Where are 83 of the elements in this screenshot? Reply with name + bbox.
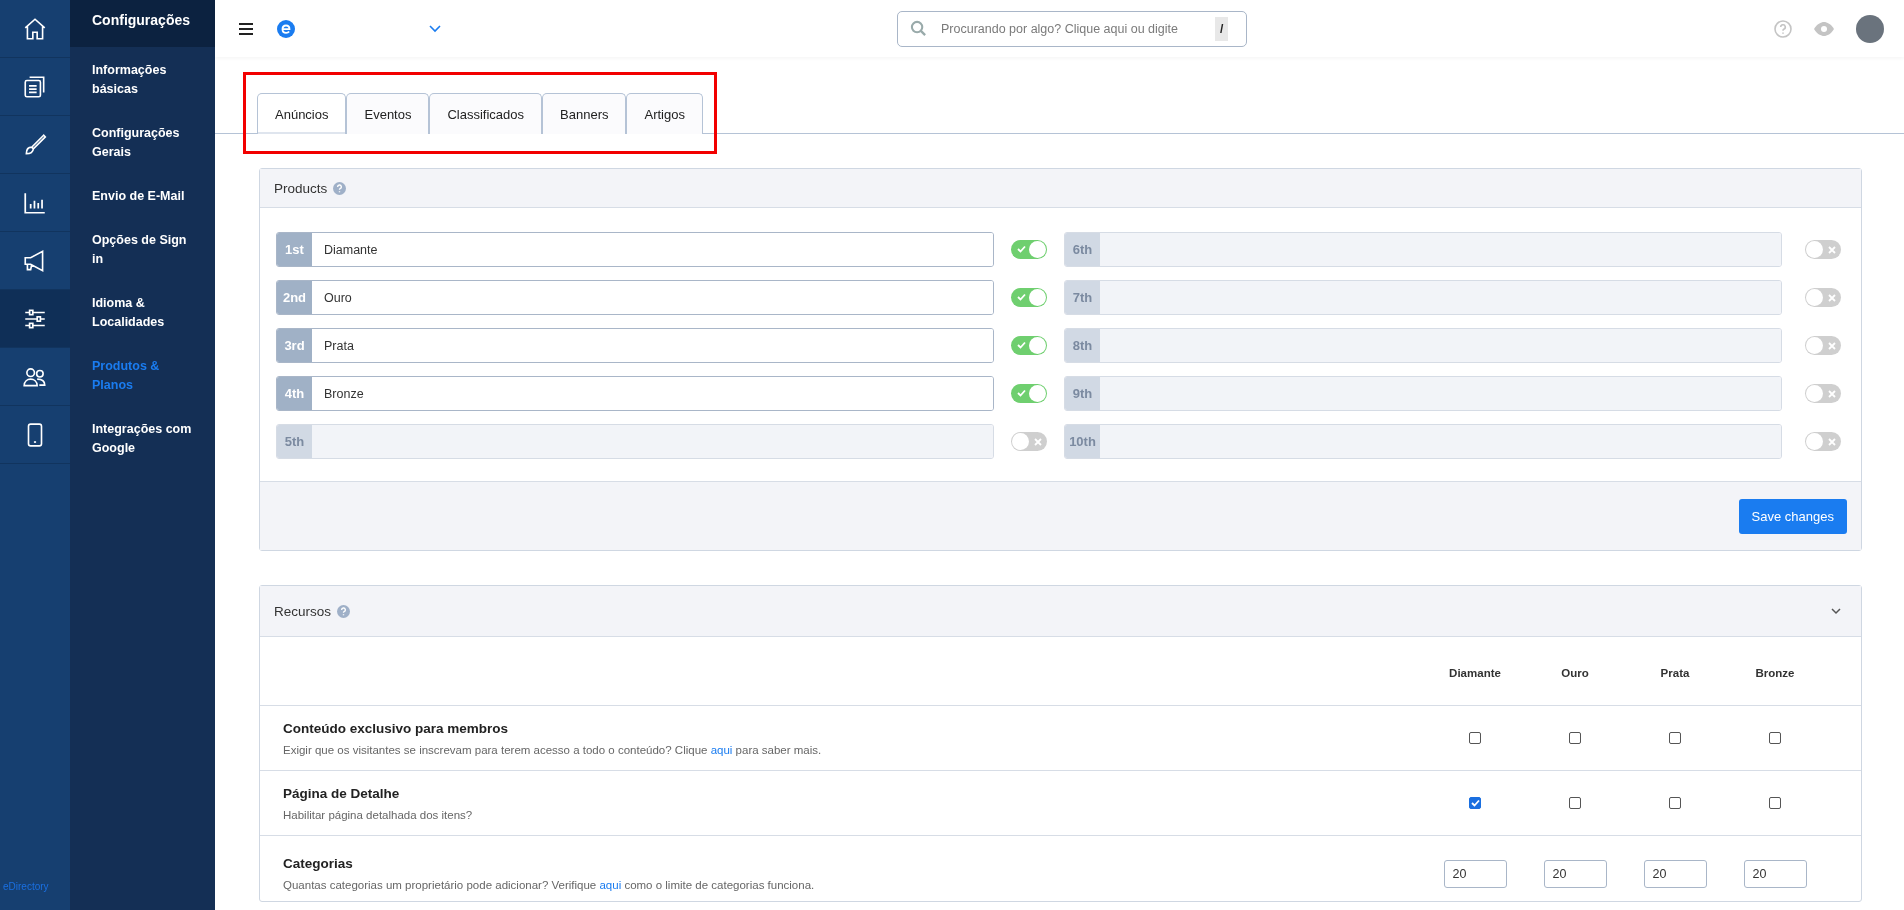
feature-title: Categorias: [283, 856, 354, 871]
panel-title: Recursos: [274, 603, 332, 619]
rank-label: 4th: [277, 377, 312, 410]
toggle-switch[interactable]: [1805, 240, 1841, 259]
number-field[interactable]: 20: [1543, 859, 1607, 888]
close-icon: [1828, 293, 1836, 302]
toggle-switch[interactable]: [1805, 288, 1841, 307]
rail-button[interactable]: [0, 290, 70, 348]
rank-label: 10th: [1065, 425, 1100, 458]
feature-title: Conteúdo exclusivo para membros: [283, 720, 510, 736]
check-icon: [1017, 245, 1026, 253]
link[interactable]: aqui: [710, 743, 733, 756]
rank-label: 6th: [1065, 233, 1100, 266]
rank-label: 1st: [277, 233, 312, 266]
tab[interactable]: Artigos: [626, 93, 703, 134]
column-header: Prata: [1659, 667, 1691, 679]
check-icon: [1017, 293, 1026, 301]
feature-description: Exigir que os visitantes se inscrevam para terem acesso a todo o conteúdo? Clique aqui para saber mais.: [283, 743, 823, 756]
checkbox[interactable]: [1569, 732, 1581, 744]
close-icon: [1828, 245, 1836, 254]
rank-label: 8th: [1065, 329, 1100, 362]
feature-title: Página de Detalhe: [283, 785, 401, 801]
close-icon: [1828, 341, 1836, 350]
toggle-switch[interactable]: [1011, 240, 1047, 259]
toggle-switch[interactable]: [1011, 432, 1047, 451]
toggle-switch[interactable]: [1011, 336, 1047, 355]
column-header: Ouro: [1560, 667, 1590, 679]
sidebar-item[interactable]: Opções de Sign in: [70, 217, 215, 280]
toggle-switch[interactable]: [1011, 384, 1047, 403]
tab[interactable]: Eventos: [346, 93, 430, 134]
close-icon: [1828, 389, 1836, 398]
product-name-field[interactable]: 2nd Ouro: [276, 280, 994, 315]
feature-description: Quantas categorias um proprietário pode adicionar? Verifique aqui como o limite de categorias funciona.: [283, 879, 816, 891]
rank-label: 3rd: [277, 329, 312, 362]
logo-icon: [277, 19, 295, 38]
product-name-field[interactable]: 3rd Prata: [276, 328, 994, 363]
number-field[interactable]: 20: [1643, 859, 1707, 888]
rank-label: 2nd: [277, 281, 312, 314]
panel-title: Products: [274, 180, 328, 196]
sidebar-item[interactable]: Integrações com Google: [70, 406, 215, 469]
column-header: Diamante: [1448, 667, 1502, 679]
product-name-field[interactable]: 1st Diamante: [276, 232, 994, 267]
number-field[interactable]: 20: [1743, 859, 1807, 888]
checkbox[interactable]: [1469, 732, 1481, 744]
save-button[interactable]: Save changes: [1738, 498, 1847, 534]
user-avatar[interactable]: [1856, 14, 1884, 43]
checkbox[interactable]: [1669, 797, 1681, 809]
rank-label: 7th: [1065, 281, 1100, 314]
sidebar-item[interactable]: Envio de E-Mail: [70, 173, 215, 217]
checkbox[interactable]: [1569, 797, 1581, 809]
chevron-down-icon[interactable]: [1831, 607, 1841, 615]
checkbox[interactable]: [1669, 732, 1681, 744]
checkbox[interactable]: [1769, 732, 1781, 744]
sidebar-item[interactable]: Informações básicas: [70, 47, 215, 110]
toggle-switch[interactable]: [1011, 288, 1047, 307]
close-icon: [1828, 437, 1836, 446]
tab[interactable]: Banners: [542, 93, 627, 134]
column-header: Bronze: [1754, 667, 1796, 679]
sidebar-item[interactable]: Idioma & Localidades: [70, 280, 215, 343]
chevron-down-icon[interactable]: [429, 24, 441, 33]
tab[interactable]: Classificados: [429, 93, 543, 134]
check-icon: [1017, 341, 1026, 349]
rank-label: 9th: [1065, 377, 1100, 410]
sidebar-title: Configurações: [70, 0, 215, 47]
toggle-switch[interactable]: [1805, 336, 1841, 355]
close-icon: [1034, 437, 1042, 446]
number-field[interactable]: 20: [1443, 859, 1507, 888]
link[interactable]: aqui: [599, 879, 622, 891]
toggle-switch[interactable]: [1805, 384, 1841, 403]
check-icon: [1017, 389, 1026, 397]
shortcut-key: /: [1215, 16, 1229, 41]
checkbox[interactable]: [1769, 797, 1781, 809]
toggle-switch[interactable]: [1805, 432, 1841, 451]
search-field[interactable]: Procurando por algo? Clique aqui ou digite /: [897, 10, 1247, 47]
product-name-field[interactable]: 4th Bronze: [276, 376, 994, 411]
search-icon: [910, 20, 927, 37]
brand-name: eDirectory: [2, 881, 50, 894]
checkbox[interactable]: [1469, 797, 1481, 809]
tab[interactable]: Anúncios: [257, 93, 347, 134]
sidebar-item[interactable]: Configurações Gerais: [70, 110, 215, 173]
feature-description: Habilitar página detalhada dos itens?: [283, 808, 474, 821]
menu-icon[interactable]: [239, 22, 253, 35]
rank-label: 5th: [277, 425, 312, 458]
